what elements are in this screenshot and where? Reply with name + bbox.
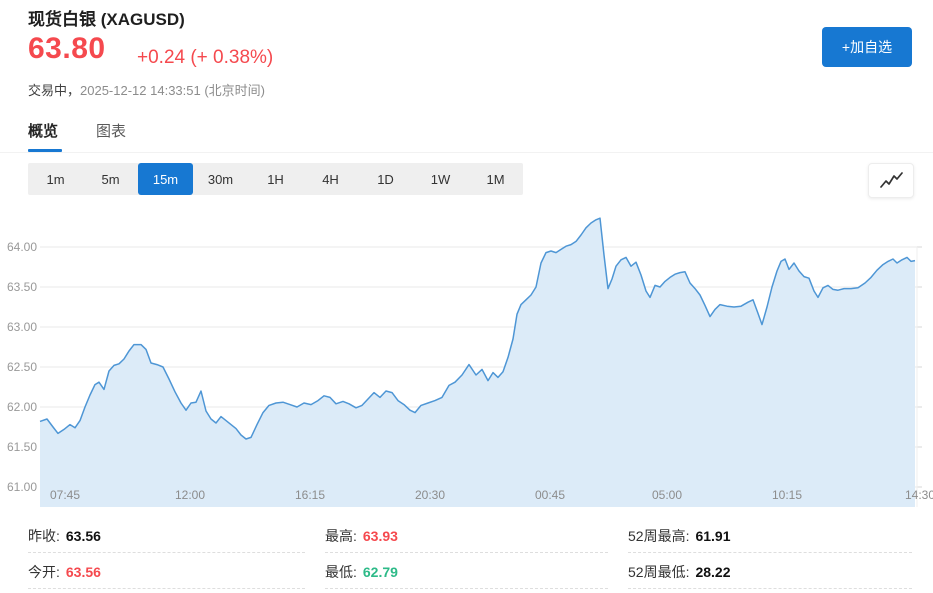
y-axis-label: 64.00	[7, 240, 37, 254]
tab-chart[interactable]: 图表	[96, 120, 126, 141]
stat-week52-high: 52周最高: 61.91	[628, 521, 912, 553]
timeframe-15m[interactable]: 15m	[138, 163, 193, 195]
price-area-chart[interactable]: 64.00 63.50 63.00 62.50 62.00 61.50 61.00 07:45…	[0, 210, 933, 510]
timeframe-5m[interactable]: 5m	[83, 163, 138, 195]
timeframe-4h[interactable]: 4H	[303, 163, 358, 195]
stat-label: 最高:	[325, 528, 357, 544]
timeframe-1m[interactable]: 1m	[28, 163, 83, 195]
y-axis-label: 63.00	[7, 320, 37, 334]
x-axis-label: 14:30	[905, 488, 933, 502]
y-axis-label: 63.50	[7, 280, 37, 294]
x-axis-label: 07:45	[50, 488, 80, 502]
stat-value: 28.22	[695, 564, 730, 580]
timeframe-1d[interactable]: 1D	[358, 163, 413, 195]
x-axis-label: 20:30	[415, 488, 445, 502]
stat-value: 63.56	[66, 564, 101, 580]
x-axis-label: 16:15	[295, 488, 325, 502]
trading-status: 交易中，	[28, 83, 80, 98]
timestamp: 2025-12-12 14:33:51 (北京时间)	[80, 83, 265, 98]
stat-prev-close: 昨收: 63.56	[28, 521, 305, 553]
trading-status-row: 交易中，2025-12-12 14:33:51 (北京时间)	[28, 80, 265, 99]
stat-value: 61.91	[695, 528, 730, 544]
y-axis-label: 62.50	[7, 360, 37, 374]
stat-label: 昨收:	[28, 528, 60, 544]
x-axis-label: 05:00	[652, 488, 682, 502]
stat-open: 今开: 63.56	[28, 557, 305, 589]
y-axis-label: 61.00	[7, 480, 37, 494]
timeframe-1h[interactable]: 1H	[248, 163, 303, 195]
stat-label: 52周最低:	[628, 564, 689, 580]
stat-label: 今开:	[28, 564, 60, 580]
timeframe-1m[interactable]: 1M	[468, 163, 523, 195]
y-axis-label: 61.50	[7, 440, 37, 454]
page-title: 现货白银 (XAGUSD)	[28, 5, 185, 30]
stat-label: 最低:	[325, 564, 357, 580]
price-change: +0.24 (+ 0.38%)	[137, 47, 273, 69]
stat-value: 63.56	[66, 528, 101, 544]
trend-line-icon	[878, 171, 904, 191]
stat-day-low: 最低: 62.79	[325, 557, 608, 589]
stat-value: 62.79	[363, 564, 398, 580]
timeframe-1w[interactable]: 1W	[413, 163, 468, 195]
chart-type-button[interactable]	[868, 163, 914, 198]
timeframe-30m[interactable]: 30m	[193, 163, 248, 195]
active-tab-underline	[28, 149, 62, 152]
tab-overview[interactable]: 概览	[28, 120, 58, 141]
current-price: 63.80	[28, 32, 106, 66]
add-watchlist-button[interactable]: +加自选	[822, 27, 912, 67]
x-axis-label: 10:15	[772, 488, 802, 502]
tab-bar: 概览 图表	[0, 116, 933, 153]
x-axis-label: 12:00	[175, 488, 205, 502]
stat-day-high: 最高: 63.93	[325, 521, 608, 553]
price-area-fill	[40, 218, 915, 507]
stat-label: 52周最高:	[628, 528, 689, 544]
stat-week52-low: 52周最低: 28.22	[628, 557, 912, 589]
y-axis-label: 62.00	[7, 400, 37, 414]
stat-value: 63.93	[363, 528, 398, 544]
timeframe-bar: 1m5m15m30m1H4H1D1W1M	[28, 163, 523, 195]
x-axis-label: 00:45	[535, 488, 565, 502]
